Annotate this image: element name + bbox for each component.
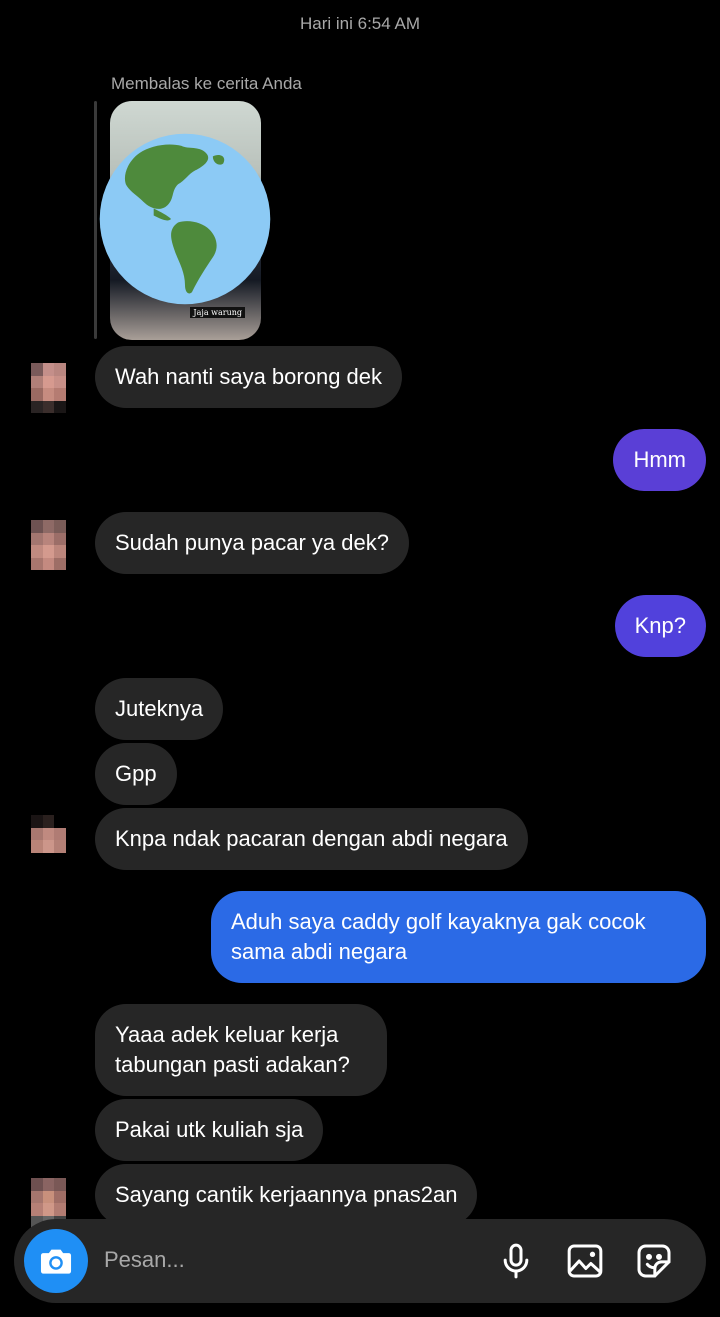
incoming-message[interactable]: Yaaa adek keluar kerja tabungan pasti ad… <box>95 1004 387 1096</box>
outgoing-message[interactable]: Hmm <box>613 429 706 491</box>
sender-avatar[interactable] <box>31 815 66 865</box>
microphone-icon[interactable] <box>496 1241 536 1281</box>
message-composer: Pesan... <box>14 1219 706 1303</box>
outgoing-message[interactable]: Aduh saya caddy golf kayaknya gak cocok … <box>211 891 706 983</box>
timestamp: Hari ini 6:54 AM <box>300 14 420 33</box>
sender-avatar[interactable] <box>31 520 66 570</box>
story-caption: Jaja warung <box>190 307 245 318</box>
sticker-icon[interactable] <box>634 1241 674 1281</box>
incoming-message[interactable]: Pakai utk kuliah sja <box>95 1099 324 1161</box>
reply-indicator-bar <box>94 101 97 339</box>
incoming-message[interactable]: Juteknya <box>95 678 224 740</box>
sender-avatar[interactable] <box>31 363 66 413</box>
incoming-message[interactable]: Gpp <box>95 743 177 805</box>
story-reply-label: Membalas ke cerita Anda <box>111 74 302 93</box>
incoming-message[interactable]: Sayang cantik kerjaannya pnas2an <box>95 1164 478 1226</box>
incoming-message[interactable]: Wah nanti saya borong dek <box>95 346 403 408</box>
outgoing-message[interactable]: Knp? <box>614 595 706 657</box>
globe-emoji <box>99 133 271 305</box>
incoming-message[interactable]: Sudah punya pacar ya dek? <box>95 512 409 574</box>
camera-icon <box>40 1249 72 1274</box>
message-input[interactable]: Pesan... <box>104 1247 185 1273</box>
incoming-message[interactable]: Knpa ndak pacaran dengan abdi negara <box>95 808 528 870</box>
camera-button[interactable] <box>24 1229 88 1293</box>
gallery-icon[interactable] <box>565 1241 605 1281</box>
